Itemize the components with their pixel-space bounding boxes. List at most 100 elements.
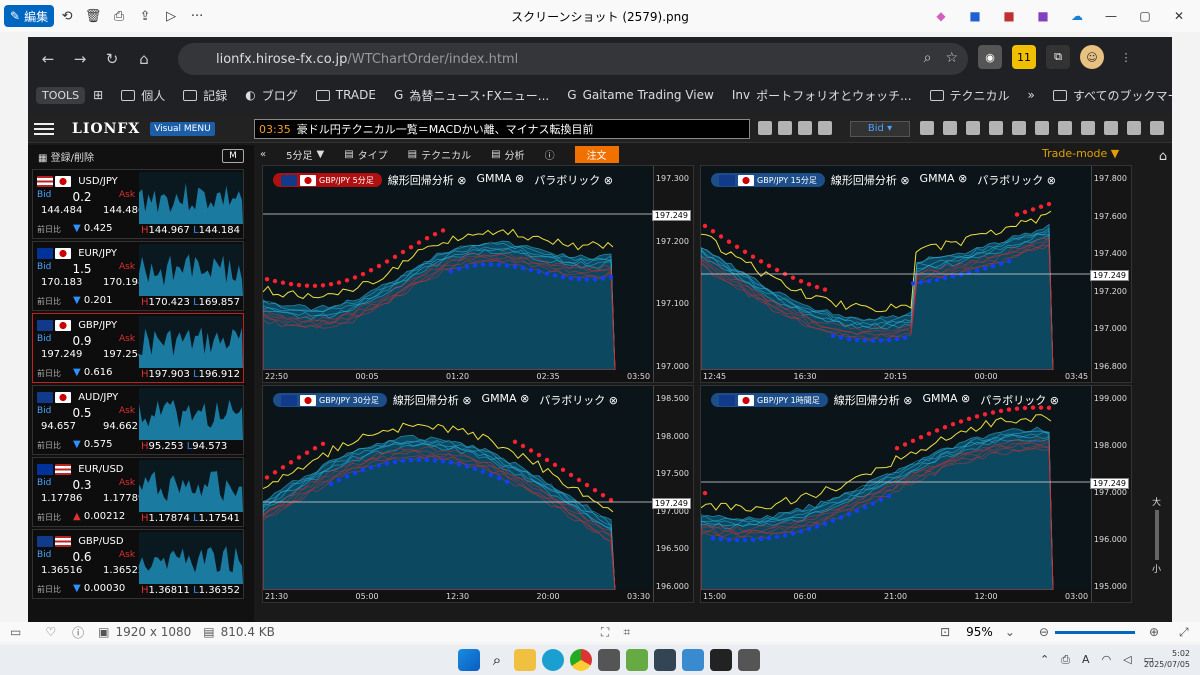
bid-price-button[interactable]: 1.36516 xyxy=(41,565,82,576)
print-icon[interactable]: ⎙ xyxy=(106,5,132,27)
bookmark-link[interactable]: ◐ ブログ xyxy=(245,87,298,104)
search-icon[interactable]: ⌕ xyxy=(486,649,508,671)
tray-icon[interactable]: ⎙ xyxy=(1061,653,1070,667)
app-icon[interactable]: ■ xyxy=(960,5,990,27)
trade-mode-select[interactable]: Trade-mode ▼ xyxy=(1042,147,1119,160)
indicator-parabolic[interactable]: パラボリック xyxy=(980,392,1059,408)
hamburger-menu-icon[interactable] xyxy=(34,122,54,135)
file-explorer-icon[interactable] xyxy=(514,649,536,671)
crop-icon[interactable]: ⛶ xyxy=(601,625,609,640)
indicator-parabolic[interactable]: パラボリック xyxy=(977,172,1056,188)
filmstrip-icon[interactable]: ▭ xyxy=(10,625,21,639)
pair-card[interactable]: AUD/JPY Bid 0.5 Ask 94.657 94.662 前日比 ▼ 0.575 H9… xyxy=(32,385,244,455)
onedrive-icon[interactable]: ☁ xyxy=(1062,5,1092,27)
chevron-up-icon[interactable]: ⌃ xyxy=(1040,653,1049,667)
technical-menu[interactable]: ▤ テクニカル xyxy=(408,147,471,162)
list-icon[interactable] xyxy=(1035,121,1049,135)
indicator-linreg[interactable]: 線形回帰分析 xyxy=(393,392,472,408)
indicator-gmma[interactable]: GMMA xyxy=(922,392,970,408)
chart-canvas[interactable] xyxy=(263,386,655,590)
share-icon[interactable]: ⇪ xyxy=(132,5,158,27)
print-icon[interactable] xyxy=(818,121,832,135)
info-icon[interactable]: ⓘ xyxy=(545,147,555,162)
mini-chart[interactable] xyxy=(139,244,243,296)
pair-card[interactable]: USD/JPY Bid 0.2 Ask 144.484 144.486 前日比 ▼ 0.425… xyxy=(32,169,244,239)
analysis-menu[interactable]: ▤ 分析 xyxy=(491,147,524,162)
tools-button[interactable]: TOOLS xyxy=(36,86,86,104)
import-icon[interactable] xyxy=(778,121,792,135)
mini-chart[interactable] xyxy=(139,388,243,440)
app-icon[interactable] xyxy=(598,649,620,671)
extensions-puzzle-icon[interactable]: ⧉ xyxy=(1046,45,1070,69)
clock[interactable]: 5:02 2025/07/05 xyxy=(1144,648,1190,670)
home-icon[interactable]: ⌂ xyxy=(1150,145,1172,167)
register-delete-link[interactable]: ▦ 登録/削除 xyxy=(38,149,94,164)
chart-canvas[interactable] xyxy=(701,386,1093,590)
mini-chart[interactable] xyxy=(139,172,243,224)
chart-tag[interactable]: GBP/JPY 1時間足 xyxy=(711,393,828,407)
m-button[interactable]: M xyxy=(222,149,244,163)
copilot-icon[interactable]: ◆ xyxy=(926,5,956,27)
cross-icon[interactable] xyxy=(943,121,957,135)
edit-button[interactable]: ✎ 編集 xyxy=(4,5,55,27)
indicator-linreg[interactable]: 線形回帰分析 xyxy=(834,392,913,408)
chart-panel[interactable]: GBP/JPY 30分足 線形回帰分析 GMMA パラボリック 198.500 198.… xyxy=(262,385,694,603)
slideshow-icon[interactable]: ▷ xyxy=(158,5,184,27)
wifi-icon[interactable]: ◠ xyxy=(1102,653,1112,667)
timeframe-select[interactable]: 5分足 ▼ xyxy=(286,147,324,162)
chart-panel[interactable]: GBP/JPY 1時間足 線形回帰分析 GMMA パラボリック 199.000 198.… xyxy=(700,385,1132,603)
bookmark-link[interactable]: G 為替ニュース･FXニュー... xyxy=(394,87,549,104)
mini-chart[interactable] xyxy=(139,316,243,368)
save-icon[interactable] xyxy=(798,121,812,135)
more-icon[interactable]: ··· xyxy=(184,5,210,27)
app-icon[interactable]: ■ xyxy=(994,5,1024,27)
zoom-in-icon[interactable]: ⊕ xyxy=(1149,625,1159,639)
bid-price-button[interactable]: 197.249 xyxy=(41,349,82,360)
minimize-button[interactable]: — xyxy=(1096,5,1126,27)
bid-price-button[interactable]: 170.183 xyxy=(41,277,82,288)
chrome-icon[interactable] xyxy=(570,649,592,671)
app-icon[interactable] xyxy=(626,649,648,671)
bookmark-link[interactable]: Inv ポートフォリオとウォッチ... xyxy=(732,87,912,104)
back-icon[interactable]: ← xyxy=(32,44,64,74)
chart-canvas[interactable] xyxy=(263,166,655,370)
pie-chart-icon[interactable] xyxy=(1012,121,1026,135)
maximize-button[interactable]: ▢ xyxy=(1130,5,1160,27)
bookmark-star-icon[interactable]: ☆ xyxy=(945,50,958,66)
ocr-icon[interactable]: ⌗ xyxy=(623,625,630,640)
mini-chart[interactable] xyxy=(139,532,243,584)
start-icon[interactable] xyxy=(458,649,480,671)
ask-price-button[interactable]: 94.662 xyxy=(103,421,138,432)
bookmarks-overflow-icon[interactable]: » xyxy=(1028,88,1035,102)
chart-tag[interactable]: GBP/JPY 15分足 xyxy=(711,173,825,187)
chart-canvas[interactable] xyxy=(701,166,1093,370)
extension-icon[interactable]: ◉ xyxy=(978,45,1002,69)
close-button[interactable]: ✕ xyxy=(1164,5,1194,27)
collapse-icon[interactable]: « xyxy=(260,149,266,160)
favorite-icon[interactable]: ♡ xyxy=(45,625,56,639)
sticky-notes-icon[interactable] xyxy=(710,649,732,671)
bookmark-link[interactable]: G Gaitame Trading View xyxy=(567,88,714,102)
pair-card[interactable]: GBP/USD Bid 0.6 Ask 1.36516 1.36522 前日比 ▼ 0.000… xyxy=(32,529,244,599)
app-icon[interactable] xyxy=(738,649,760,671)
bid-price-button[interactable]: 144.484 xyxy=(41,205,82,216)
speedometer-icon[interactable] xyxy=(920,121,934,135)
indicator-parabolic[interactable]: パラボリック xyxy=(539,392,618,408)
apps-grid-icon[interactable]: ⊞ xyxy=(93,88,103,102)
zoom-dropdown-icon[interactable]: ⌄ xyxy=(1005,625,1015,639)
app-icon[interactable] xyxy=(654,649,676,671)
rotate-icon[interactable]: ⟲ xyxy=(54,5,80,27)
chart-tag[interactable]: GBP/JPY 5分足 xyxy=(273,173,382,187)
order-button[interactable]: 注文 xyxy=(574,145,619,163)
bookmark-folder[interactable]: TRADE xyxy=(315,88,376,102)
visual-menu-button[interactable]: Visual MENU xyxy=(150,121,215,136)
fit-icon[interactable]: ⊡ xyxy=(940,625,950,639)
zoom-slider[interactable]: 大 小 xyxy=(1152,495,1161,575)
photos-icon[interactable] xyxy=(682,649,704,671)
indicator-gmma[interactable]: GMMA xyxy=(476,172,524,188)
grid-icon[interactable] xyxy=(966,121,980,135)
fullscreen-icon[interactable]: ⤢ xyxy=(1179,625,1189,640)
ime-indicator[interactable]: A xyxy=(1082,653,1090,667)
chart-tag[interactable]: GBP/JPY 30分足 xyxy=(273,393,387,407)
zoom-out-icon[interactable]: ⊖ xyxy=(1039,625,1049,639)
